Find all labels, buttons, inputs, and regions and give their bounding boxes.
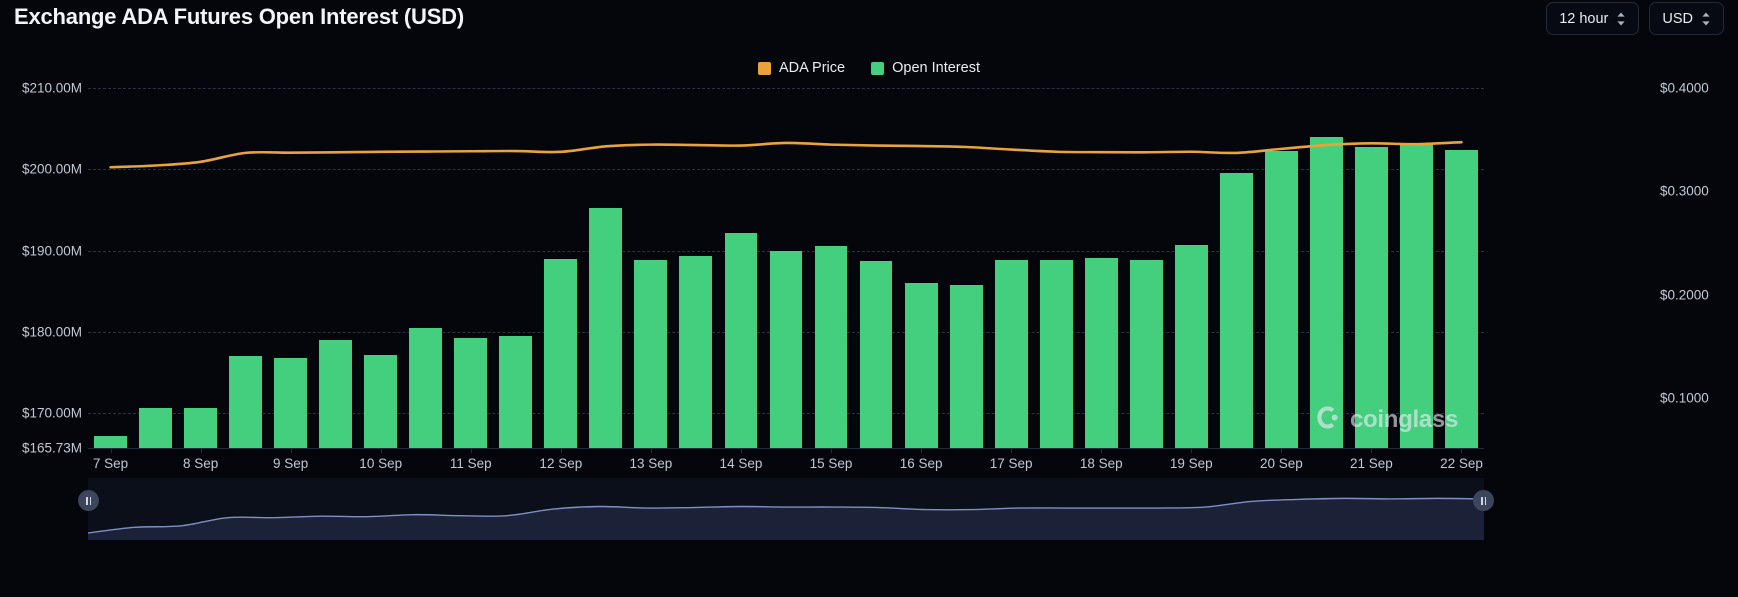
x-axis-tick-mark <box>921 448 923 453</box>
x-axis-tick-mark <box>110 448 112 453</box>
y-axis-left: $210.00M $200.00M $190.00M $180.00M $170.00M… <box>0 81 86 456</box>
x-axis-tick-mark <box>650 448 652 453</box>
navigator-handle-right[interactable] <box>1473 490 1494 511</box>
x-axis-tick-label: 17 Sep <box>989 456 1033 471</box>
grip-icon <box>1480 496 1487 505</box>
x-axis-tick-mark <box>740 448 742 453</box>
x-axis-tick-label: 13 Sep <box>629 456 673 471</box>
y-axis-right: $0.4000 $0.3000 $0.2000 $0.1000 <box>1652 81 1738 448</box>
x-axis-tick-label: 20 Sep <box>1259 456 1303 471</box>
range-navigator[interactable] <box>78 478 1494 540</box>
x-axis-tick-mark <box>1281 448 1283 453</box>
x-axis-tick-label: 22 Sep <box>1440 456 1483 471</box>
y-axis-right-tick: $0.4000 <box>1660 80 1709 96</box>
plot-canvas[interactable]: coinglass <box>88 88 1484 448</box>
x-axis-tick-label: 15 Sep <box>809 456 853 471</box>
x-axis-tick-label: 12 Sep <box>539 456 583 471</box>
x-axis-tick-label: 11 Sep <box>449 456 492 471</box>
y-axis-left-tick: $165.73M <box>21 440 82 456</box>
legend-label-open-interest: Open Interest <box>892 60 980 76</box>
chevron-updown-icon <box>1701 11 1711 27</box>
y-axis-left-tick: $190.00M <box>21 243 82 259</box>
chart-header: Exchange ADA Futures Open Interest (USD)… <box>0 0 1738 44</box>
grip-icon <box>85 496 92 505</box>
x-axis-tick-mark <box>290 448 292 453</box>
x-axis-tick-label: 8 Sep <box>182 456 219 471</box>
line-series-ada-price <box>88 88 1484 448</box>
interval-selector-label: 12 hour <box>1559 10 1609 27</box>
x-axis-tick-mark <box>1371 448 1373 453</box>
chevron-updown-icon <box>1616 11 1626 27</box>
legend-swatch-ada-price <box>758 61 772 75</box>
x-axis-tick-label: 14 Sep <box>719 456 763 471</box>
legend-item-ada-price[interactable]: ADA Price <box>758 60 845 76</box>
chart-legend: ADA Price Open Interest <box>0 60 1738 76</box>
x-axis-tick-label: 10 Sep <box>359 456 403 471</box>
page-title: Exchange ADA Futures Open Interest (USD) <box>14 4 464 29</box>
legend-item-open-interest[interactable]: Open Interest <box>871 60 980 76</box>
x-axis: 7 Sep 8 Sep 9 Sep 10 Sep 11 Sep 12 Sep 13 Sep 1… <box>88 448 1484 476</box>
currency-selector[interactable]: USD <box>1649 2 1724 35</box>
x-axis-tick-label: 19 Sep <box>1169 456 1213 471</box>
legend-label-ada-price: ADA Price <box>779 60 846 76</box>
x-axis-tick-label: 18 Sep <box>1079 456 1123 471</box>
navigator-handle-left[interactable] <box>78 490 99 511</box>
x-axis-tick-mark <box>200 448 202 453</box>
y-axis-right-tick: $0.2000 <box>1660 287 1709 303</box>
interval-selector[interactable]: 12 hour <box>1546 2 1640 35</box>
x-axis-tick-label: 9 Sep <box>273 456 309 471</box>
x-axis-tick-mark <box>1011 448 1013 453</box>
y-axis-left-tick: $200.00M <box>21 161 82 177</box>
currency-selector-label: USD <box>1662 10 1693 27</box>
x-axis-tick-label: 16 Sep <box>899 456 943 471</box>
x-axis-tick-mark <box>1461 448 1463 453</box>
y-axis-left-tick: $170.00M <box>21 405 82 421</box>
y-axis-right-tick: $0.1000 <box>1660 390 1709 406</box>
x-axis-tick-mark <box>1101 448 1103 453</box>
navigator-series <box>88 478 1484 540</box>
x-axis-tick-mark <box>560 448 562 453</box>
x-axis-tick-label: 21 Sep <box>1350 456 1393 471</box>
navigator-area <box>88 498 1484 540</box>
y-axis-right-tick: $0.3000 <box>1660 183 1709 199</box>
chart-widget: Exchange ADA Futures Open Interest (USD)… <box>0 0 1738 597</box>
x-axis-tick-mark <box>831 448 833 453</box>
legend-swatch-open-interest <box>871 61 885 75</box>
y-axis-left-tick: $210.00M <box>21 80 82 96</box>
x-axis-line <box>88 448 1484 449</box>
y-axis-left-tick: $180.00M <box>21 324 82 340</box>
chart-controls: 12 hour USD <box>1546 2 1724 35</box>
plot-area: $210.00M $200.00M $190.00M $180.00M $170.00M… <box>0 81 1738 456</box>
x-axis-tick-mark <box>470 448 472 453</box>
x-axis-tick-label: 7 Sep <box>92 456 129 471</box>
x-axis-tick-mark <box>380 448 382 453</box>
x-axis-tick-mark <box>1191 448 1193 453</box>
ada-price-line <box>111 142 1462 167</box>
